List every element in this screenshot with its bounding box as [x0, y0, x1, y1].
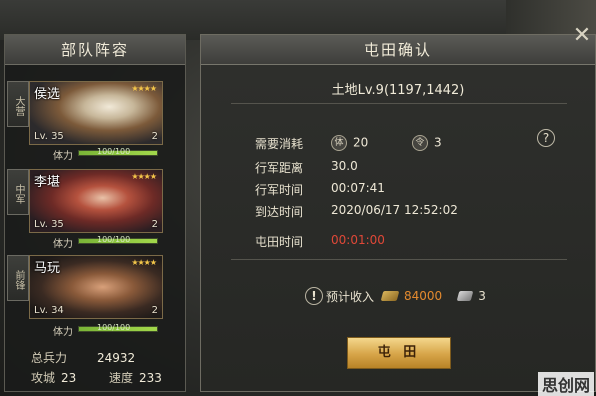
land-info: 土地Lv.9(1197,1442) [331, 83, 465, 98]
warning-icon[interactable]: ! [305, 287, 323, 305]
order-cost-value: 3 [433, 135, 442, 150]
hero-slot-camp[interactable]: 大营 侯选 ★★★★ Lv. 35 2 体力 100/100 [7, 81, 185, 167]
stamina-label: 体力 [53, 327, 73, 338]
copper-icon [380, 291, 400, 301]
stamina-cost-icon: 体 [331, 135, 347, 151]
expected-income-row: ! 预计收入 84000 3 [305, 287, 486, 307]
speed-stat: 速度 233 [109, 369, 162, 386]
stamina-row: 体力 100/100 [53, 235, 183, 250]
hero-portrait[interactable]: 侯选 ★★★★ Lv. 35 2 [29, 81, 163, 145]
total-troops: 总兵力 24932 [31, 349, 135, 366]
distance-value: 30.0 [331, 159, 358, 173]
role-tag: 前锋 [7, 255, 29, 301]
star-rating: ★★★★ [131, 258, 157, 267]
total-troops-label: 总兵力 [31, 351, 68, 365]
hero-rank: 2 [151, 305, 158, 316]
stamina-value: 100/100 [97, 323, 131, 332]
farm-confirm-button[interactable]: 屯 田 [347, 337, 451, 369]
hero-slot-vanguard[interactable]: 前锋 马玩 ★★★★ Lv. 34 2 体力 100/100 [7, 255, 185, 341]
arrival-label: 到达时间 [255, 205, 304, 219]
star-rating: ★★★★ [131, 172, 157, 181]
hero-level: Lv. 34 [34, 305, 64, 316]
stamina-label: 体力 [53, 239, 73, 250]
item-icon [456, 291, 474, 301]
cost-label: 需要消耗 [255, 137, 304, 151]
hero-rank: 2 [151, 219, 158, 230]
hero-rank: 2 [151, 131, 158, 142]
close-icon[interactable]: ✕ [571, 25, 593, 47]
arrival-value: 2020/06/17 12:52:02 [331, 203, 458, 217]
watermark: 思创网 [537, 372, 594, 396]
stamina-row: 体力 100/100 [53, 323, 183, 338]
farm-time-label: 屯田时间 [255, 235, 304, 249]
siege-value: 23 [61, 371, 77, 385]
role-tag: 大营 [7, 81, 29, 127]
hero-portrait[interactable]: 李堪 ★★★★ Lv. 35 2 [29, 169, 163, 233]
stamina-label: 体力 [53, 151, 73, 162]
team-panel: 部队阵容 大营 侯选 ★★★★ Lv. 35 2 体力 100/100 中军 李… [4, 34, 186, 392]
speed-value: 233 [139, 371, 162, 385]
hero-name: 马玩 [34, 261, 61, 276]
income-label: 预计收入 [326, 289, 375, 304]
siege-stat: 攻城 23 [31, 369, 76, 386]
total-troops-value: 24932 [97, 351, 136, 365]
stamina-value: 100/100 [97, 147, 131, 156]
dialog-title: 屯田确认 [201, 35, 595, 65]
hero-portrait[interactable]: 马玩 ★★★★ Lv. 34 2 [29, 255, 163, 319]
speed-label: 速度 [109, 371, 134, 385]
farm-confirm-dialog: 屯田确认 ✕ 土地Lv.9(1197,1442) 需要消耗 体 20 令3 ? 行… [200, 25, 596, 392]
income-copper-value: 84000 [404, 289, 443, 303]
divider [231, 259, 567, 260]
hero-slot-center[interactable]: 中军 李堪 ★★★★ Lv. 35 2 体力 100/100 [7, 169, 185, 255]
farm-time-value: 00:01:00 [331, 233, 385, 247]
hero-name: 李堪 [34, 175, 61, 190]
distance-label: 行军距离 [255, 161, 304, 175]
income-item-value: 3 [478, 289, 486, 303]
role-tag: 中军 [7, 169, 29, 215]
stamina-value: 100/100 [97, 235, 131, 244]
cost-values: 体 20 令3 [331, 135, 442, 151]
stamina-cost-value: 20 [353, 135, 369, 150]
siege-label: 攻城 [31, 371, 56, 385]
hero-name: 侯选 [34, 87, 61, 102]
march-time-value: 00:07:41 [331, 181, 385, 195]
march-time-label: 行军时间 [255, 183, 304, 197]
cost-row: 需要消耗 体 20 令3 [255, 135, 515, 153]
help-icon[interactable]: ? [537, 129, 555, 147]
order-cost-icon: 令 [411, 135, 428, 151]
hero-level: Lv. 35 [34, 131, 64, 142]
team-title: 部队阵容 [5, 35, 185, 65]
star-rating: ★★★★ [131, 84, 157, 93]
hero-level: Lv. 35 [34, 219, 64, 230]
stamina-row: 体力 100/100 [53, 147, 183, 162]
divider [231, 103, 567, 104]
